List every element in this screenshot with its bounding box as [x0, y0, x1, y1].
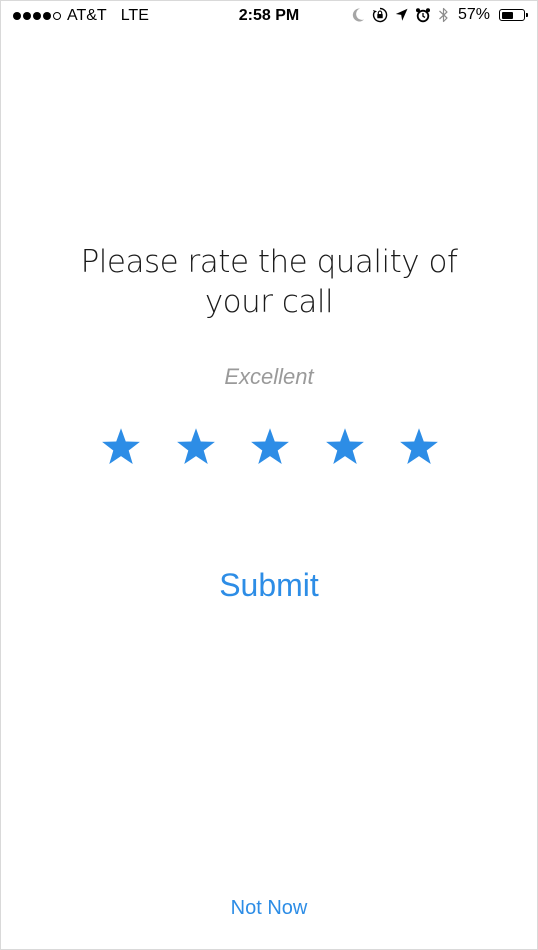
- battery-nub: [526, 13, 528, 17]
- not-now-button[interactable]: Not Now: [189, 894, 349, 922]
- moon-icon: [351, 7, 365, 23]
- submit-button[interactable]: Submit: [169, 563, 369, 607]
- rating-description-label: Excellent: [224, 364, 314, 389]
- star-1-icon[interactable]: [99, 425, 143, 469]
- battery-percentage: 57%: [457, 6, 490, 23]
- rating-prompt-title: Please rate the quality of your call: [80, 244, 458, 320]
- star-5-icon[interactable]: [397, 425, 441, 469]
- location-arrow-icon: [395, 8, 408, 22]
- status-bar-right: 57%: [351, 6, 528, 24]
- star-rating[interactable]: [99, 425, 441, 471]
- battery-icon: [499, 9, 528, 21]
- battery-level-fill: [501, 11, 513, 19]
- bluetooth-icon: [438, 6, 449, 24]
- rotation-lock-icon: [372, 7, 388, 23]
- star-2-icon[interactable]: [174, 425, 218, 469]
- star-3-icon[interactable]: [248, 425, 292, 469]
- status-bar: AT&T LTE 2:58 PM 57%: [1, 1, 537, 33]
- call-rating-screen: AT&T LTE 2:58 PM 57% Please rate the qua…: [0, 0, 538, 950]
- alarm-clock-icon: [415, 7, 431, 23]
- star-4-icon[interactable]: [323, 425, 367, 469]
